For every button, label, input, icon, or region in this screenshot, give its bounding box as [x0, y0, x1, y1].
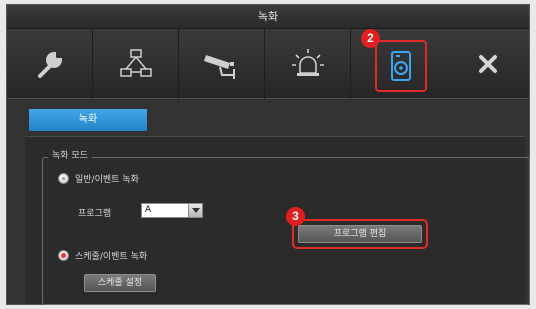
alarm-icon — [291, 49, 324, 76]
program-label: 프로그램 — [78, 209, 112, 219]
annotation-badge-2: 2 — [361, 29, 380, 48]
annotation-badge-3: 3 — [286, 207, 305, 226]
tool-network[interactable] — [93, 29, 179, 99]
option-schedule-event-label: 스케줄/이벤트 녹화 — [75, 252, 148, 262]
wrench-icon — [37, 51, 62, 78]
record-mode-legend: 녹화 모드 — [48, 150, 92, 162]
tool-camera[interactable] — [179, 29, 265, 99]
tool-close[interactable] — [445, 29, 529, 99]
option-schedule-event[interactable]: 스케줄/이벤트 녹화 — [58, 249, 147, 262]
tab-record[interactable]: 녹화 — [29, 109, 147, 131]
settings-toolbar — [7, 29, 529, 99]
radio-schedule-event[interactable] — [58, 250, 69, 261]
chevron-down-icon[interactable] — [188, 204, 202, 217]
option-continuous-event-label: 일반/이벤트 녹화 — [75, 175, 139, 185]
schedule-settings-button[interactable]: 스케줄 설정 — [84, 274, 156, 292]
tool-alarm[interactable] — [265, 29, 351, 99]
option-continuous-event[interactable]: 일반/이벤트 녹화 — [58, 172, 139, 185]
storage-disk-icon — [391, 51, 411, 81]
close-icon — [479, 55, 497, 73]
camera-icon — [203, 55, 235, 79]
program-select-value: A — [145, 205, 152, 215]
radio-continuous-event[interactable] — [58, 173, 69, 184]
network-icon — [119, 49, 152, 77]
tool-wrench[interactable] — [7, 29, 93, 99]
edit-program-button[interactable]: 프로그램 편집 — [298, 225, 422, 243]
program-select[interactable]: A — [141, 203, 203, 218]
window-title: 녹화 — [7, 5, 529, 29]
tool-storage[interactable] — [375, 40, 427, 92]
